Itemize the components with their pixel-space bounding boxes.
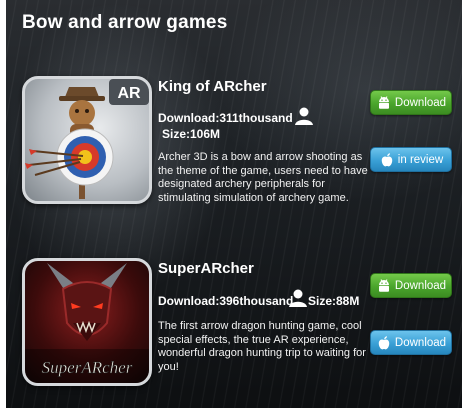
file-size: Size:106M <box>162 127 221 141</box>
android-download-button[interactable]: Download <box>370 90 452 115</box>
games-panel: Bow and arrow games AR King of ARcher Do… <box>6 0 462 408</box>
king-of-archer-app-icon[interactable]: AR <box>22 76 152 204</box>
ar-badge-text: AR <box>117 85 141 102</box>
ios-in-review-label: in review <box>397 153 444 166</box>
android-icon <box>378 278 389 292</box>
android-download-label: Download <box>394 96 447 109</box>
superarcher-app-icon[interactable]: SuperARcher <box>22 258 152 386</box>
user-icon <box>295 107 313 125</box>
dragon-illustration: SuperARcher <box>25 263 149 383</box>
game-title-king-of-archer[interactable]: King of ARcher <box>158 78 267 95</box>
section-title: Bow and arrow games <box>22 12 228 33</box>
game-description: The first arrow dragon hunting game, coo… <box>158 320 366 373</box>
superarcher-logo-text: SuperARcher <box>42 358 133 377</box>
user-icon <box>289 289 307 307</box>
ios-download-button[interactable]: Download <box>370 330 452 355</box>
game-description: Archer 3D is a bow and arrow shooting as… <box>158 151 368 204</box>
download-count: Download:396thousand <box>158 294 294 308</box>
archer-target-illustration: AR <box>25 79 149 199</box>
ios-in-review-button[interactable]: in review <box>370 147 452 172</box>
download-count: Download:311thousand <box>158 111 293 125</box>
file-size: Size:88M <box>308 294 360 308</box>
android-download-button[interactable]: Download <box>370 273 452 298</box>
ios-download-label: Download <box>394 336 447 349</box>
apple-icon <box>381 152 393 166</box>
android-download-label: Download <box>394 279 447 292</box>
apple-icon <box>378 335 390 349</box>
android-icon <box>378 95 389 109</box>
game-title-superarcher[interactable]: SuperARcher <box>158 260 254 277</box>
